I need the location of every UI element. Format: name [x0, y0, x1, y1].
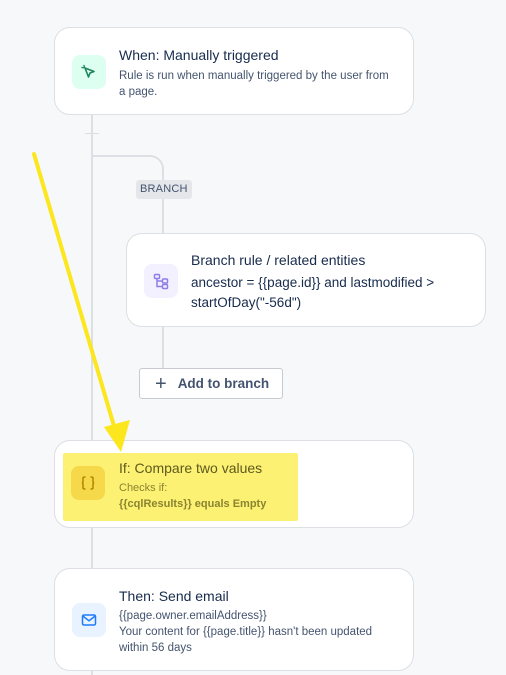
trigger-title: When: Manually triggered [119, 47, 279, 63]
branch-description: ancestor = {{page.id}} and lastmodified … [191, 275, 435, 310]
branch-icon-box [144, 264, 178, 298]
condition-title: If: Compare two values [119, 460, 263, 476]
action-card[interactable]: Then: Send email {{page.owner.emailAddre… [54, 568, 414, 671]
add-to-branch-button[interactable]: + Add to branch [139, 368, 283, 399]
action-title: Then: Send email [119, 588, 229, 604]
branch-badge: BRANCH [136, 180, 192, 199]
action-recipient: {{page.owner.emailAddress}} [119, 610, 267, 622]
curly-braces-icon [81, 476, 95, 490]
action-body: Your content for {{page.title}} hasn't b… [119, 626, 373, 654]
condition-subtitle: Checks if: [119, 482, 168, 494]
trigger-description: Rule is run when manually triggered by t… [119, 70, 389, 98]
branch-icon [153, 273, 169, 290]
annotation-arrow-shaft [32, 152, 116, 428]
envelope-icon [81, 614, 97, 626]
condition-detail: {{cqlResults}} equals Empty [119, 498, 267, 510]
trigger-icon-box [72, 55, 106, 89]
branch-title: Branch rule / related entities [191, 252, 366, 268]
condition-icon-box [71, 466, 105, 500]
plus-icon: + [155, 372, 167, 395]
trigger-card[interactable]: When: Manually triggered Rule is run whe… [54, 27, 414, 115]
branch-card[interactable]: Branch rule / related entities ancestor … [126, 233, 486, 327]
add-to-branch-label: Add to branch [177, 376, 270, 391]
branch-connector-curve [136, 155, 164, 183]
action-icon-box [72, 603, 106, 637]
top-connector-tick [85, 133, 99, 134]
cursor-click-icon [81, 64, 95, 78]
